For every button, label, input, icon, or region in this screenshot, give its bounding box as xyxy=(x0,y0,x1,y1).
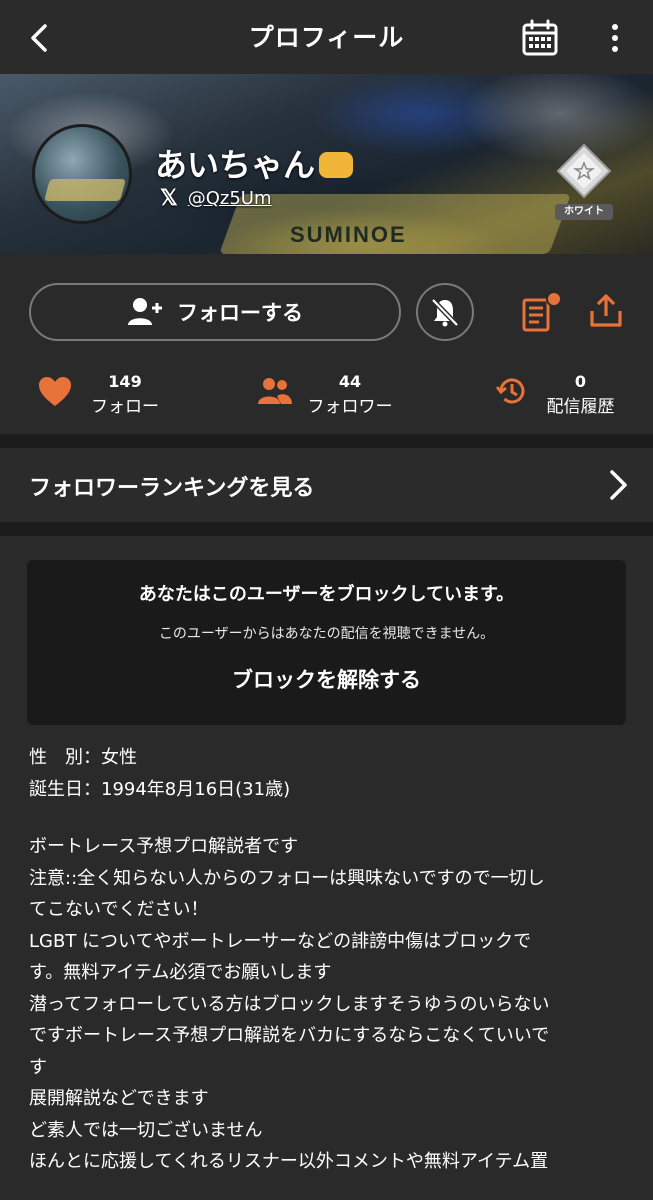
follow-button-label: フォローする xyxy=(177,301,303,325)
share-icon[interactable] xyxy=(586,291,626,331)
more-options-icon[interactable] xyxy=(603,18,627,58)
x-handle[interactable]: @Qz5Um xyxy=(188,188,272,209)
followers-icon xyxy=(258,378,292,404)
rank-label: ホワイト xyxy=(555,204,613,220)
unblock-button[interactable]: ブロックを解除する xyxy=(27,664,626,694)
stat-followers[interactable]: 44 フォロワー xyxy=(255,368,405,418)
x-account-link[interactable]: 𝕏 @Qz5Um xyxy=(160,185,272,211)
divider xyxy=(0,434,653,448)
bio-line: す。無料アイテム必須でお願いします xyxy=(29,962,332,983)
history-icon xyxy=(495,378,525,404)
divider xyxy=(0,522,653,536)
history-count: 0 xyxy=(574,372,587,391)
bio-line: 注意::全く知らない人からのフォローは興味ないですので一切し xyxy=(29,867,545,889)
follower-ranking-link[interactable]: フォロワーランキングを見る xyxy=(0,448,653,522)
bio-line: てこないでください！ xyxy=(29,899,209,920)
username-text: あいちゃん xyxy=(155,146,316,184)
block-notice: あなたはこのユーザーをブロックしています。 このユーザーからはあなたの配信を視聴… xyxy=(27,560,626,725)
followers-label: フォロワー xyxy=(307,397,393,417)
follow-button[interactable]: フォローする xyxy=(29,283,401,341)
birthday-info: 誕生日：1994年8月16日(31歳) xyxy=(29,779,291,800)
bio-line: す xyxy=(29,1056,47,1078)
follow-label: フォロー xyxy=(91,397,159,417)
notification-toggle-button[interactable] xyxy=(416,283,474,341)
calendar-icon[interactable] xyxy=(520,18,560,58)
bio-line: ほんとに応援してくれるリスナー以外コメントや無料アイテム置 xyxy=(29,1151,549,1172)
bio-line: LGBT についてやボートレーサーなどの誹謗中傷はブロックで xyxy=(29,930,532,952)
bell-off-icon xyxy=(431,298,459,327)
bio-line: ボートレース予想プロ解説者です xyxy=(29,836,299,857)
chevron-right-icon xyxy=(610,470,627,500)
avatar[interactable] xyxy=(32,124,132,224)
follower-ranking-label: フォロワーランキングを見る xyxy=(29,476,315,501)
follow-count: 149 xyxy=(108,372,142,391)
fist-emoji-icon xyxy=(319,152,354,178)
banner-boat-text: SUMINOE xyxy=(290,222,407,247)
heart-icon xyxy=(39,377,71,406)
stat-follow[interactable]: 149 フォロー xyxy=(35,368,170,418)
profile-bio: ボートレース予想プロ解説者です 注意::全く知らない人からのフォローは興味ないで… xyxy=(29,831,629,1178)
history-label: 配信履歴 xyxy=(546,397,615,417)
bio-line: ですボートレース予想プロ解説をバカにするならこなくていいで xyxy=(29,1025,550,1046)
followers-count: 44 xyxy=(338,372,362,391)
stat-history[interactable]: 0 配信履歴 xyxy=(493,368,623,418)
username: あいちゃん xyxy=(155,140,354,186)
bio-line: 潜ってフォローしている方はブロックしますそうゆうのいらない xyxy=(29,993,550,1015)
add-user-icon xyxy=(128,298,162,325)
block-notice-subtitle: このユーザーからはあなたの配信を視聴できません。 xyxy=(158,626,495,642)
bio-line: 展開解説などできます xyxy=(29,1088,209,1109)
x-logo-icon: 𝕏 xyxy=(160,185,178,210)
top-bar: プロフィール xyxy=(0,0,653,74)
bio-line: ど素人では一切ございません xyxy=(29,1119,263,1141)
news-icon[interactable] xyxy=(520,291,564,335)
block-notice-title: あなたはこのユーザーをブロックしています。 xyxy=(138,584,515,605)
gender-info: 性 別：女性 xyxy=(29,747,137,768)
